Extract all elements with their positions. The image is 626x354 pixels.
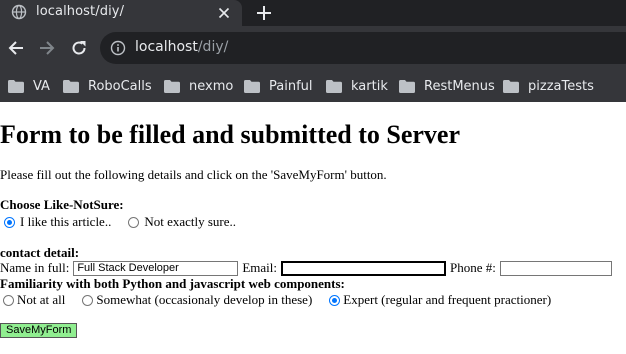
- contact-section-title: contact detail:: [0, 245, 80, 260]
- radio-like[interactable]: [4, 216, 15, 228]
- email-label: Email:: [242, 260, 277, 275]
- reload-icon[interactable]: [69, 38, 89, 58]
- like-section-title: Choose Like-NotSure:: [0, 197, 124, 212]
- like-radio-group: I like this article.. Not exactly sure..: [4, 214, 236, 230]
- radio-somewhat[interactable]: [82, 294, 94, 306]
- url-host: localhost: [135, 39, 198, 55]
- radio-not-sure[interactable]: [128, 216, 140, 228]
- new-tab-icon[interactable]: [254, 3, 274, 23]
- phone-field[interactable]: [499, 260, 612, 276]
- forward-arrow-icon[interactable]: [37, 38, 57, 58]
- bookmark-label: nexmo: [189, 78, 234, 94]
- folder-icon: [8, 79, 24, 93]
- tab-title: localhost/diy/: [36, 4, 125, 19]
- radio-not-at-all[interactable]: [3, 294, 14, 306]
- radio-expert-label: Expert (regular and frequent practioner): [343, 292, 552, 307]
- bookmark-label: VA: [33, 78, 50, 94]
- radio-not-sure-label: Not exactly sure..: [144, 214, 237, 229]
- radio-not-at-all-label: Not at all: [17, 292, 66, 307]
- page-title: Form to be filled and submitted to Serve…: [0, 120, 461, 149]
- folder-icon: [503, 79, 519, 93]
- radio-somewhat-label: Somewhat (occasionaly develop in these): [96, 292, 313, 307]
- folder-icon: [399, 79, 415, 93]
- familiarity-radio-group: Not at all Somewhat (occasionaly develop…: [3, 292, 551, 308]
- bookmark-robocalls[interactable]: RoboCalls: [63, 77, 152, 95]
- url-text: localhost/diy/: [135, 39, 228, 55]
- close-icon[interactable]: [216, 5, 232, 21]
- bookmark-label: Painful: [269, 78, 313, 94]
- folder-icon: [63, 79, 79, 93]
- contact-row: Name in full: Full Stack Developer Email…: [0, 260, 612, 276]
- bookmark-nexmo[interactable]: nexmo: [164, 77, 233, 95]
- bookmark-label: RoboCalls: [88, 78, 152, 94]
- bookmark-label: RestMenus: [424, 78, 495, 94]
- radio-expert[interactable]: [329, 294, 341, 306]
- save-my-form-button[interactable]: SaveMyForm: [0, 323, 78, 338]
- address-bar[interactable]: localhost/diy/: [100, 32, 626, 64]
- bookmarks-bar: VA RoboCalls nexmo Painful kartik RestMe…: [0, 70, 626, 102]
- name-label: Name in full:: [0, 260, 70, 275]
- browser-tab[interactable]: localhost/diy/: [0, 0, 242, 26]
- bookmark-kartik[interactable]: kartik: [326, 77, 388, 95]
- email-field[interactable]: [281, 260, 446, 276]
- bookmark-label: kartik: [351, 78, 388, 94]
- familiarity-section-title: Familiarity with both Python and javascr…: [0, 276, 345, 291]
- bookmark-pizzatests[interactable]: pizzaTests: [503, 77, 594, 95]
- back-arrow-icon[interactable]: [6, 38, 26, 58]
- folder-icon: [244, 79, 260, 93]
- tab-strip: localhost/diy/: [0, 0, 626, 26]
- url-path: /diy/: [197, 39, 229, 55]
- page-content: Form to be filled and submitted to Serve…: [0, 102, 626, 354]
- name-field[interactable]: Full Stack Developer: [73, 260, 239, 276]
- phone-label: Phone #:: [450, 260, 496, 275]
- bookmark-va[interactable]: VA: [8, 77, 50, 95]
- radio-like-label: I like this article..: [20, 214, 112, 229]
- bookmark-painful[interactable]: Painful: [244, 77, 313, 95]
- info-icon[interactable]: [110, 40, 126, 56]
- folder-icon: [326, 79, 342, 93]
- globe-icon: [11, 4, 27, 20]
- folder-icon: [164, 79, 180, 93]
- bookmark-restmenus[interactable]: RestMenus: [399, 77, 495, 95]
- bookmark-label: pizzaTests: [528, 78, 594, 94]
- intro-text: Please fill out the following details an…: [0, 167, 387, 182]
- browser-toolbar: localhost/diy/: [0, 26, 626, 70]
